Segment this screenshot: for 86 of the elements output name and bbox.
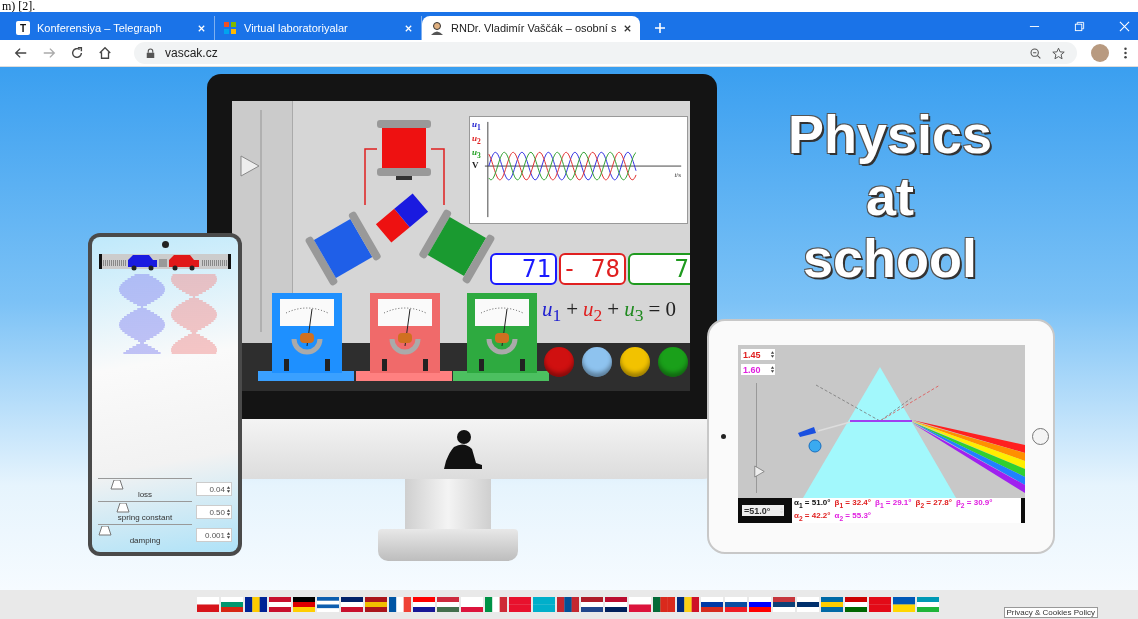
camera-icon <box>161 241 169 248</box>
flag-icon[interactable] <box>797 597 819 612</box>
angle-reading: β$_{2}$ = 30.9° <box>955 497 993 511</box>
angle-reading: β$_{1}$ = 29.1° <box>875 497 912 511</box>
hero-heading: school <box>803 227 977 289</box>
angle-reading: α$_{2}$ = 55.3° <box>834 510 872 524</box>
flag-icon[interactable] <box>845 597 867 612</box>
flag-icon[interactable] <box>413 597 435 612</box>
angle-reading: β$_{1}$ = 32.4° <box>834 497 871 511</box>
browser-tab[interactable]: T Konferensiya – Telegraph <box>8 16 215 40</box>
privacy-link[interactable]: Privacy & Cookies Policy <box>1003 607 1098 618</box>
slider-track[interactable] <box>98 524 192 537</box>
slider-label: loss <box>137 490 153 500</box>
equation-term: u$_{1}$ <box>542 297 562 327</box>
slider-thumb[interactable] <box>110 480 124 490</box>
spinner-arrows-icon[interactable] <box>226 507 231 517</box>
document-text-fragment: m) [2]. <box>2 0 36 12</box>
spinner-arrows-icon[interactable] <box>770 350 775 359</box>
reload-icon[interactable] <box>70 46 84 60</box>
axis-label: u$_{2}$ <box>472 132 481 147</box>
equation-term: = 0 <box>648 297 677 323</box>
axis-label: u$_{3}$ <box>472 146 481 161</box>
menu-icon[interactable] <box>1123 46 1128 60</box>
spinner-arrows-icon[interactable] <box>770 365 775 374</box>
hero-heading: at <box>866 165 914 227</box>
close-icon[interactable] <box>623 23 633 33</box>
lock-icon <box>146 47 155 59</box>
slider-track[interactable] <box>98 478 192 491</box>
flag-icon[interactable] <box>605 597 627 612</box>
flag-icon[interactable] <box>293 597 315 612</box>
slider-thumb[interactable] <box>98 526 112 536</box>
camera-icon <box>721 434 726 439</box>
address-field[interactable]: vascak.cz <box>134 42 1077 64</box>
digital-display: 7 <box>628 253 690 285</box>
flag-icon[interactable] <box>749 597 771 612</box>
slider-label: spring constant <box>117 513 173 523</box>
flag-icon[interactable] <box>701 597 723 612</box>
axis-label: V <box>472 160 480 171</box>
slider-thumb[interactable] <box>115 503 130 513</box>
magnet-drawing <box>375 193 429 243</box>
number-field[interactable]: 1.60 <box>741 364 775 375</box>
number-field[interactable]: 0.001 <box>196 528 232 542</box>
new-tab-icon[interactable] <box>654 22 667 34</box>
equation-term: + <box>566 297 579 323</box>
flag-icon[interactable] <box>581 597 603 612</box>
flag-icon[interactable] <box>725 597 747 612</box>
digital-display: - 78 <box>559 253 626 285</box>
coil-drawing <box>377 120 431 180</box>
slider-thumb[interactable] <box>240 154 260 177</box>
star-icon[interactable] <box>1052 46 1065 60</box>
angle-reading: β$_{2}$ = 27.8° <box>915 497 952 511</box>
angle-reading: α$_{1}$ = 51.0° <box>794 497 831 511</box>
equation-term: u$_{3}$ <box>624 297 644 327</box>
person-icon <box>430 21 444 35</box>
hero-heading: Physics <box>787 103 993 165</box>
spinner-arrows-icon[interactable] <box>226 484 231 494</box>
colored-squares-icon <box>223 21 237 35</box>
spinner-arrows-icon[interactable] <box>226 530 231 540</box>
restore-icon[interactable] <box>1074 20 1085 32</box>
equation-term: u$_{2}$ <box>583 297 603 327</box>
digital-display: 71 <box>490 253 557 285</box>
site-logo-icon: T <box>16 21 30 35</box>
slider-label: damping <box>129 536 161 546</box>
number-field[interactable]: 1.45 <box>741 349 775 360</box>
number-field[interactable]: =51.0° <box>742 505 784 516</box>
browser-tab[interactable]: RNDr. Vladimír Vaščák – osobní s <box>422 16 641 40</box>
slider-track[interactable] <box>98 501 192 514</box>
flag-icon[interactable] <box>677 597 699 612</box>
flag-icon[interactable] <box>341 597 363 612</box>
home-button[interactable] <box>1032 428 1049 445</box>
slider-thumb[interactable] <box>754 465 765 478</box>
home-icon[interactable] <box>98 46 112 60</box>
number-field[interactable]: 0.50 <box>196 505 232 519</box>
profile-avatar[interactable] <box>1091 44 1109 62</box>
flag-icon[interactable] <box>389 597 411 612</box>
number-field[interactable]: 0.04 <box>196 482 232 496</box>
back-arrow-icon[interactable] <box>14 46 28 60</box>
equation-term: + <box>607 297 620 323</box>
wire-drawing <box>364 148 378 206</box>
flag-icon[interactable] <box>773 597 795 612</box>
axis-label: u$_{1}$ <box>472 119 481 133</box>
wire-drawing <box>430 148 445 206</box>
flag-icon[interactable] <box>317 597 339 612</box>
angle-reading: α$_{2}$ = 42.2° <box>794 510 831 524</box>
zoom-icon[interactable] <box>1029 46 1042 60</box>
flag-icon[interactable] <box>245 597 267 612</box>
